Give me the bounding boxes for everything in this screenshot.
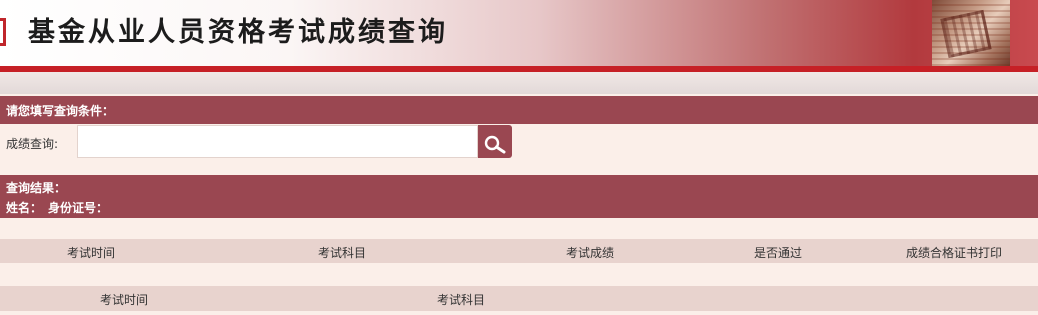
column-certificate-print: 成绩合格证书打印 [906, 246, 1003, 260]
score-query-label: 成绩查询: [6, 137, 59, 151]
query-heading: 请您填写查询条件： [6, 104, 115, 118]
seal-image [932, 0, 1010, 66]
header-strip [0, 72, 1038, 94]
column-exam-time: 考试时间 [100, 293, 149, 307]
column-exam-subject: 考试科目 [318, 246, 367, 260]
column-exam-subject: 考试科目 [437, 293, 486, 307]
result-section-header: 查询结果： 姓名： 身份证号： [0, 175, 1038, 218]
score-search-input[interactable] [77, 125, 478, 158]
seal-stamp-icon [940, 9, 992, 59]
name-label: 姓名： [6, 201, 43, 215]
second-table-header: 考试时间 考试科目 [0, 286, 1038, 311]
result-identity-line: 姓名： 身份证号： [6, 199, 108, 216]
header-banner: 基金从业人员资格考试成绩查询 [0, 0, 1038, 66]
score-table-header: 考试时间 考试科目 考试成绩 是否通过 成绩合格证书打印 [0, 239, 1038, 263]
column-passed: 是否通过 [754, 246, 803, 260]
search-icon [484, 135, 506, 153]
search-button[interactable] [478, 125, 512, 158]
query-section-header: 请您填写查询条件： [0, 96, 1038, 124]
column-exam-score: 考试成绩 [566, 246, 615, 260]
id-number-label: 身份证号： [48, 201, 109, 215]
result-heading: 查询结果： [6, 181, 67, 195]
column-exam-time: 考试时间 [67, 246, 116, 260]
logo-icon [0, 18, 6, 46]
page-title: 基金从业人员资格考试成绩查询 [28, 17, 448, 48]
